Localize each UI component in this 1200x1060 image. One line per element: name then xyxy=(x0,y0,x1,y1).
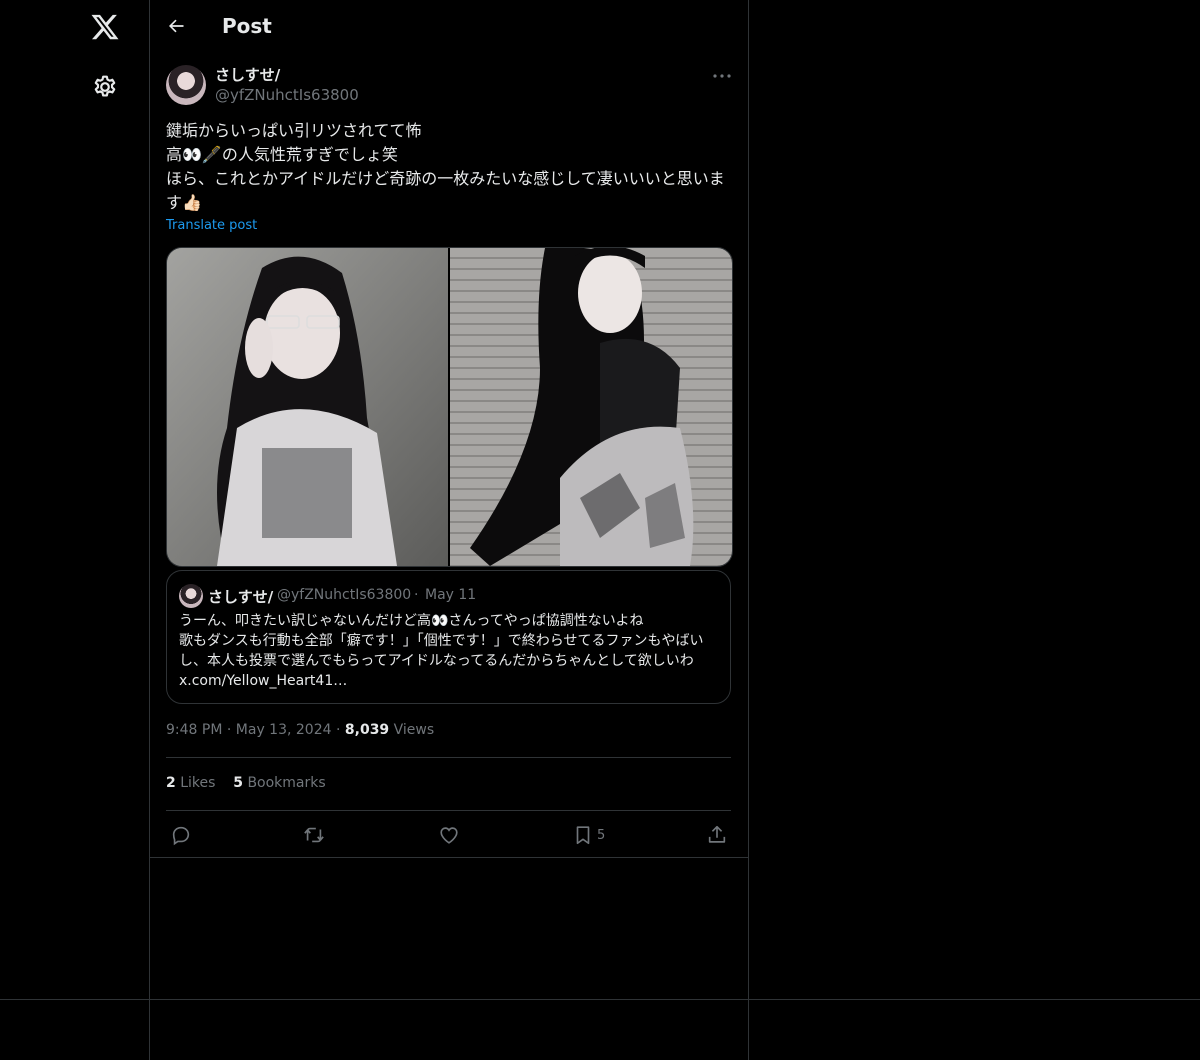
post-photo-2[interactable] xyxy=(450,248,732,566)
post-meta: 9:48 PM · May 13, 2024 · 8,039 Views xyxy=(166,722,434,738)
likes-count: 2 xyxy=(166,775,176,791)
divider xyxy=(149,857,748,858)
meta-separator: · xyxy=(335,722,341,738)
translate-post-link[interactable]: Translate post xyxy=(166,218,257,233)
quoted-author-handle[interactable]: @yfZNuhctIs63800 xyxy=(277,587,411,603)
divider xyxy=(166,810,731,811)
author-name[interactable]: さしすせ/ xyxy=(215,64,280,85)
quoted-date[interactable]: May 11 xyxy=(425,587,476,603)
post-photo-1[interactable] xyxy=(167,248,448,566)
repost-icon[interactable] xyxy=(303,824,325,846)
likes-label: Likes xyxy=(180,775,216,791)
page-header: Post xyxy=(149,0,748,54)
quoted-text: うーん、叩きたい訳じゃないんだけど高👀さんってやっぱ協調性ないよね 歌もダンスも… xyxy=(179,613,704,689)
views-count: 8,039 xyxy=(344,722,390,738)
likes-stat[interactable]: 2 Likes xyxy=(166,775,215,791)
more-icon[interactable] xyxy=(710,68,734,84)
quoted-separator: · xyxy=(414,587,419,603)
bookmark-action-count: 5 xyxy=(597,828,606,843)
quoted-post[interactable]: さしすせ/ @yfZNuhctIs63800 · May 11 うーん、叩きたい… xyxy=(166,570,731,704)
views-label: Views xyxy=(393,722,435,738)
like-icon[interactable] xyxy=(438,824,460,846)
meta-separator: · xyxy=(226,722,232,738)
action-bar: 5 xyxy=(149,820,748,856)
bottom-divider xyxy=(0,999,1200,1000)
quoted-avatar[interactable] xyxy=(179,584,203,608)
author-handle[interactable]: @yfZNuhctIs63800 xyxy=(215,86,359,104)
quoted-author-name[interactable]: さしすせ/ xyxy=(208,586,273,607)
back-arrow-icon[interactable] xyxy=(166,16,186,36)
post-detail-column: Post さしすせ/ @yfZNuhctIs63800 鍵垢からいっぱい引リツさ… xyxy=(149,0,749,1060)
share-icon[interactable] xyxy=(706,824,728,846)
post-text: 鍵垢からいっぱい引リツされてて怖 高👀🖋️の人気性荒すぎでしょ笑 ほら、これとか… xyxy=(166,121,725,212)
bookmarks-label: Bookmarks xyxy=(247,775,326,791)
person-photo-2 xyxy=(470,248,694,566)
page-title: Post xyxy=(222,14,272,38)
gear-icon[interactable] xyxy=(92,74,118,100)
post-media[interactable] xyxy=(166,247,733,567)
x-logo-icon[interactable] xyxy=(90,12,120,42)
post-time[interactable]: 9:48 PM xyxy=(166,722,222,738)
bookmarks-stat[interactable]: 5 Bookmarks xyxy=(233,775,325,791)
reply-icon[interactable] xyxy=(170,824,192,846)
bookmark-icon[interactable] xyxy=(572,824,594,846)
post-stats: 2 Likes 5 Bookmarks xyxy=(166,775,326,791)
person-photo-1 xyxy=(167,248,448,566)
left-sidebar xyxy=(0,0,150,1060)
divider xyxy=(166,757,731,758)
bookmarks-count: 5 xyxy=(233,775,243,791)
post-date[interactable]: May 13, 2024 xyxy=(236,722,332,738)
avatar[interactable] xyxy=(166,65,206,105)
